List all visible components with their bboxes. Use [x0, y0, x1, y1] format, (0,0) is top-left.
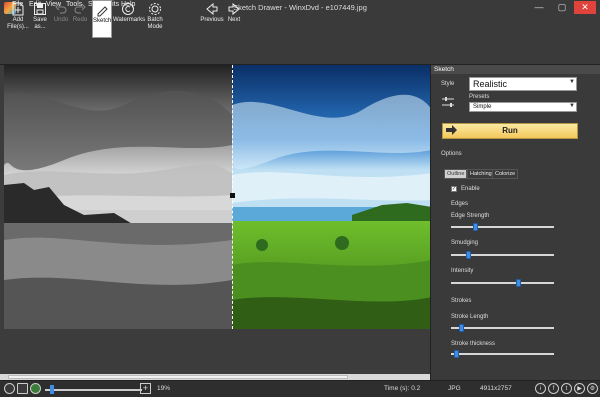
- slider-thumb[interactable]: [454, 350, 459, 358]
- minimize-button[interactable]: —: [528, 1, 550, 14]
- zoom-in-icon[interactable]: +: [140, 383, 151, 394]
- edge-strength-slider[interactable]: [451, 223, 554, 231]
- edge-strength-label: Edge Strength: [451, 213, 490, 219]
- smudging-label: Smudging: [451, 240, 479, 246]
- strokes-label: Strokes: [451, 298, 472, 304]
- edges-label: Edges: [451, 201, 469, 207]
- zoom-slider[interactable]: [45, 389, 142, 391]
- style-label: Style: [441, 81, 455, 87]
- tab-outline[interactable]: Outline: [444, 169, 468, 179]
- sketch-preview-image: [4, 65, 232, 329]
- previous-button[interactable]: Previous: [200, 0, 224, 38]
- menu-bar: [0, 16, 600, 27]
- add-file-icon: [12, 2, 24, 16]
- smudging-slider[interactable]: [451, 251, 554, 259]
- options-label: Options: [441, 151, 462, 157]
- tab-hatching[interactable]: Hatching: [467, 169, 495, 179]
- next-label: Next: [227, 17, 241, 23]
- slider-thumb[interactable]: [466, 251, 471, 259]
- redo-button[interactable]: Redo: [71, 0, 89, 38]
- zoom-level: 19%: [157, 385, 171, 392]
- slider-thumb[interactable]: [459, 324, 464, 332]
- scrollbar-thumb[interactable]: [8, 375, 348, 379]
- batch-mode-label: Batch Mode: [147, 17, 163, 30]
- sketch-icon: [97, 6, 108, 17]
- split-handle[interactable]: [230, 193, 235, 198]
- facebook-icon[interactable]: f: [548, 383, 559, 394]
- slider-thumb[interactable]: [473, 223, 478, 231]
- run-button[interactable]: Run: [442, 123, 578, 139]
- info-icon[interactable]: i: [535, 383, 546, 394]
- settings-icon[interactable]: ⚙: [587, 383, 598, 394]
- stroke-thickness-label: Stroke thickness: [451, 341, 496, 347]
- sketch-button[interactable]: Sketch: [92, 0, 112, 38]
- enable-label: Enable: [461, 186, 480, 192]
- status-bar: + 19% Time (s): 0.2 JPG 4911x2757 i f t …: [0, 380, 600, 397]
- gear-icon: [149, 3, 161, 15]
- intensity-slider[interactable]: [451, 279, 554, 287]
- slider-thumb[interactable]: [516, 279, 521, 287]
- slider-track: [451, 226, 554, 228]
- redo-label: Redo: [72, 17, 88, 23]
- arrow-right-icon: [228, 2, 240, 16]
- batch-mode-button[interactable]: Batch Mode: [144, 0, 166, 38]
- slider-track: [451, 327, 554, 329]
- toolbar: [0, 27, 600, 65]
- original-photo-image: [232, 65, 432, 329]
- panel-header: Sketch: [431, 65, 600, 74]
- previous-label: Previous: [200, 17, 224, 23]
- fit-to-window-icon[interactable]: [17, 383, 28, 394]
- chevron-down-icon: ▼: [569, 79, 575, 85]
- save-as-label: Save as...: [33, 17, 47, 30]
- add-files-button[interactable]: Add File(s)...: [6, 0, 30, 38]
- arrow-right-icon: [446, 125, 457, 135]
- style-dropdown[interactable]: Realistic: [469, 77, 577, 91]
- save-icon: [34, 3, 46, 15]
- redo-icon: [74, 3, 86, 14]
- copyright-icon: [122, 3, 134, 15]
- next-button[interactable]: Next: [225, 0, 243, 38]
- slider-track: [451, 282, 554, 284]
- slider-track: [451, 353, 554, 355]
- zoom-out-icon[interactable]: [4, 383, 15, 394]
- undo-label: Undo: [53, 17, 69, 23]
- close-button[interactable]: ✕: [574, 1, 596, 14]
- intensity-label: Intensity: [451, 268, 474, 274]
- image-dimensions: 4911x2757: [480, 385, 512, 392]
- side-panel: Sketch Style Realistic ▼ Presets Simple …: [430, 65, 600, 380]
- twitter-icon[interactable]: t: [561, 383, 572, 394]
- stroke-length-slider[interactable]: [451, 324, 554, 332]
- processing-time: Time (s): 0.2: [384, 385, 421, 392]
- tab-colorize[interactable]: Colorize: [492, 169, 519, 179]
- add-files-label: Add File(s)...: [7, 17, 29, 30]
- undo-icon: [55, 3, 67, 14]
- stroke-length-label: Stroke Length: [451, 314, 489, 320]
- actual-size-icon[interactable]: [30, 383, 41, 394]
- youtube-icon[interactable]: ▶: [574, 383, 585, 394]
- image-format: JPG: [448, 385, 461, 392]
- sliders-icon: [442, 97, 454, 107]
- presets-label: Presets: [469, 94, 490, 100]
- sketch-label: Sketch: [93, 18, 112, 24]
- image-preview[interactable]: [4, 65, 432, 329]
- undo-button[interactable]: Undo: [52, 0, 70, 38]
- canvas-area[interactable]: [0, 65, 432, 380]
- stroke-thickness-slider[interactable]: [451, 350, 554, 358]
- arrow-left-icon: [206, 2, 218, 16]
- presets-dropdown[interactable]: Simple: [469, 102, 577, 112]
- zoom-slider-thumb[interactable]: [50, 385, 54, 394]
- watermarks-button[interactable]: Watermarks: [113, 0, 146, 38]
- enable-checkbox[interactable]: ✓: [451, 186, 457, 192]
- maximize-button[interactable]: ▢: [551, 1, 573, 14]
- chevron-down-icon: ▼: [569, 103, 575, 109]
- save-as-button[interactable]: Save as...: [30, 0, 50, 38]
- watermarks-label: Watermarks: [113, 17, 146, 23]
